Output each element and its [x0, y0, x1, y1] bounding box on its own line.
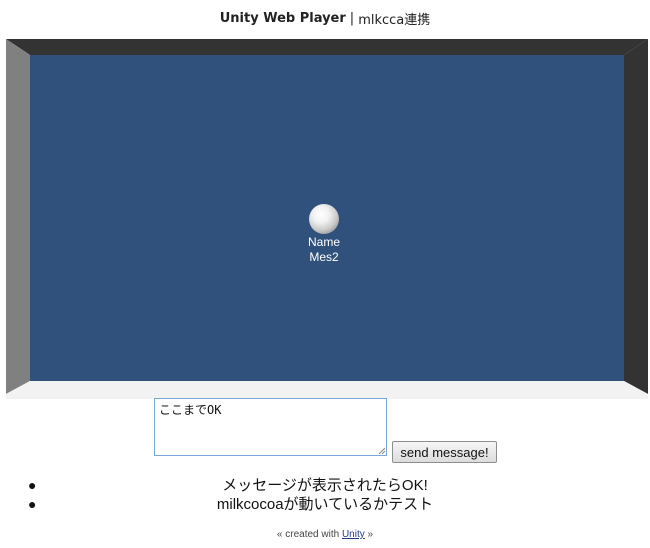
message-text: メッセージが表示されたらOK!	[222, 477, 428, 494]
right-wall	[624, 39, 648, 394]
player-ball	[309, 204, 339, 234]
message-item: ● メッセージが表示されたらOK!	[0, 476, 650, 495]
bullet-icon: ●	[28, 496, 37, 512]
page-title-project: mlkcca連携	[358, 12, 431, 28]
message-text: milkcocoaが動いているかテスト	[216, 496, 434, 513]
footer-suffix: »	[364, 529, 374, 540]
front-floor-edge	[6, 381, 648, 399]
back-wall-top	[6, 39, 648, 55]
send-message-button[interactable]: send message!	[392, 441, 497, 463]
unity-player-canvas[interactable]: Name Mes2	[6, 39, 648, 399]
message-list: ● メッセージが表示されたらOK! ● milkcocoaが動いているかテスト	[0, 476, 650, 514]
footer-prefix: « created with	[276, 529, 342, 540]
player-name-label: Name	[307, 235, 340, 249]
title-separator: |	[349, 10, 355, 26]
page-title-app: Unity Web Player	[219, 10, 346, 26]
page-header: Unity Web Player | mlkcca連携	[0, 0, 650, 36]
footer: « created with Unity »	[0, 529, 650, 540]
message-item: ● milkcocoaが動いているかテスト	[0, 495, 650, 514]
message-textarea[interactable]: ここまでOK	[154, 398, 387, 456]
player-message-label: Mes2	[309, 250, 339, 264]
left-wall	[6, 39, 30, 394]
unity-link[interactable]: Unity	[342, 529, 365, 540]
bullet-icon: ●	[28, 477, 37, 493]
